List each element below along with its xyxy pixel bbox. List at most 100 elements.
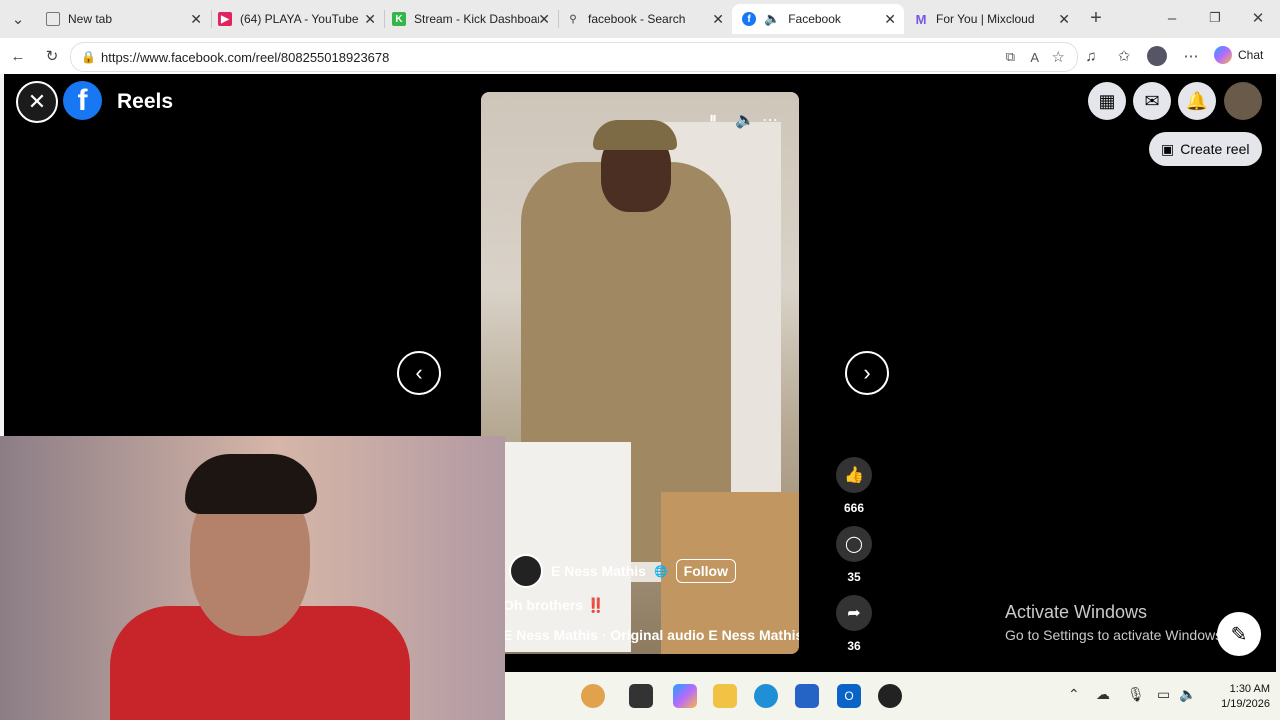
speaker-icon[interactable]: 🔈 [1179,686,1196,703]
previous-reel-button[interactable]: ‹ [397,351,441,395]
favorite-star-icon[interactable]: ☆ [1052,48,1065,66]
tab-list-dropdown-icon[interactable]: ⌄ [8,9,28,29]
like-action[interactable]: 👍 666 [835,457,873,515]
outlook-icon[interactable]: O [837,684,861,708]
tab-kick[interactable]: K Stream - Kick Dashboard ✕ [382,4,558,34]
create-reel-button[interactable]: ▣ Create reel [1149,132,1262,166]
tab-mixcloud[interactable]: M For You | Mixcloud ✕ [904,4,1078,34]
taskbar-clock[interactable]: 1:30 AM 1/19/2026 [1210,682,1270,712]
youtube-icon: ▶ [218,12,232,26]
next-reel-button[interactable]: › [845,351,889,395]
restore-icon[interactable]: ❐ [1205,8,1225,28]
tab-label: For You | Mixcloud [936,12,1035,26]
compose-message-button[interactable]: ✎ [1217,612,1261,656]
mixcloud-icon: M [915,11,927,27]
messenger-icon: ✉ [1144,90,1160,111]
pencil-icon: ✎ [1230,623,1248,646]
media-control-icon[interactable]: ♫ [1081,46,1101,66]
file-explorer-icon[interactable] [713,684,737,708]
onedrive-icon[interactable]: ☁ [1096,686,1110,703]
back-arrow-icon[interactable]: ← [8,46,28,66]
grid-icon: ▦ [1098,90,1116,111]
reel-plus-icon: ▣ [1161,140,1175,157]
tab-new-tab[interactable]: New tab ✕ [36,4,210,34]
create-reel-label: Create reel [1180,141,1250,157]
messenger-button[interactable]: ✉ [1133,82,1171,120]
tab-facebook-search[interactable]: ⚲ facebook - Search ✕ [556,4,732,34]
close-icon[interactable]: ✕ [1058,11,1070,28]
refresh-icon[interactable]: ↻ [42,46,62,66]
video-subject-cap [593,120,677,150]
tab-label: (64) PLAYA - YouTube [240,12,359,26]
donut-app-icon[interactable] [581,684,605,708]
facebook-logo[interactable]: f [63,81,102,120]
thumbs-up-icon: 👍 [836,457,872,493]
tab-label: Stream - Kick Dashboard [414,12,539,26]
open-in-app-icon[interactable]: ⧉ [1006,49,1015,65]
copilot-app-icon[interactable] [673,684,697,708]
share-action[interactable]: ➦ 36 [835,595,873,653]
chevron-right-icon: › [863,360,871,385]
author-avatar[interactable] [509,554,543,588]
watermark-line2: Go to Settings to activate Windows. [1005,627,1226,643]
comment-action[interactable]: ◯ 35 [835,526,873,584]
reel-audio[interactable]: E Ness Mathis · Original audio E Ness Ma… [503,627,799,643]
account-avatar[interactable] [1224,82,1262,120]
close-reels-button[interactable]: ✕ [16,81,58,123]
bell-icon: 🔔 [1185,90,1209,111]
kick-icon: K [392,12,406,26]
author-name[interactable]: E Ness Mathis [551,563,646,579]
notifications-button[interactable]: 🔔 [1178,82,1216,120]
facebook-icon: f [742,12,756,26]
lock-icon[interactable]: 🔒 [81,50,96,64]
copilot-chat-button[interactable]: Chat [1214,46,1263,64]
address-bar[interactable]: 🔒 https://www.facebook.com/reel/80825501… [70,42,1078,72]
close-icon[interactable]: ✕ [712,11,724,28]
follow-button[interactable]: Follow [675,559,736,583]
close-icon[interactable]: ✕ [538,11,550,28]
watermark-line1: Activate Windows [1005,602,1148,622]
read-aloud-icon[interactable]: A [1030,50,1039,65]
task-view-icon[interactable] [629,684,653,708]
tab-label: New tab [68,12,113,26]
reel-video[interactable]: ⏸ 🔈 ⋯ E Ness Mathis 🌐 Follow Oh brothers… [481,92,799,654]
comment-icon: ◯ [836,526,872,562]
close-icon[interactable]: ✕ [884,11,896,28]
new-tab-plus-icon[interactable]: + [1086,7,1106,29]
speaker-icon[interactable]: 🔈 [764,11,780,27]
clock-date: 1/19/2026 [1221,698,1270,710]
browser-toolbar: ← ↻ 🔒 https://www.facebook.com/reel/8082… [0,38,1280,74]
minimize-icon[interactable]: – [1162,8,1182,28]
profile-avatar-icon[interactable] [1147,46,1167,66]
url-text: https://www.facebook.com/reel/8082550189… [101,49,390,65]
comment-count: 35 [847,570,861,584]
reel-author-row: E Ness Mathis 🌐 Follow [509,554,736,588]
clock-time: 1:30 AM [1229,683,1270,695]
microphone-icon[interactable]: 🎙 [1127,686,1145,703]
menu-grid-button[interactable]: ▦ [1088,82,1126,120]
activate-windows-watermark: Activate Windows Go to Settings to activ… [1005,602,1226,643]
pause-icon[interactable]: ⏸ [709,110,717,128]
favorites-icon[interactable]: ✩ [1114,46,1134,66]
tab-facebook[interactable]: f 🔈 Facebook ✕ [732,4,904,34]
windows-taskbar: O ⌃ ☁ 🎙 ▭ 🔈 1:30 AM 1/19/2026 [505,672,1280,720]
tab-youtube[interactable]: ▶ (64) PLAYA - YouTube ✕ [208,4,384,34]
tray-overflow-icon[interactable]: ⌃ [1068,686,1080,703]
webcam-overlay [0,436,505,720]
openai-app-icon[interactable] [878,684,902,708]
page-title: Reels [117,90,174,113]
edge-browser-icon[interactable] [754,684,778,708]
chat-label: Chat [1238,48,1264,62]
browser-tab-strip: ⌄ New tab ✕ ▶ (64) PLAYA - YouTube ✕ K S… [0,0,1280,38]
window-close-icon[interactable]: ✕ [1248,8,1268,28]
store-icon[interactable] [795,684,819,708]
globe-icon: 🌐 [653,565,668,578]
close-icon[interactable]: ✕ [190,11,202,28]
volume-icon[interactable]: 🔈 [735,110,755,130]
close-icon[interactable]: ✕ [364,11,376,28]
more-menu-icon[interactable]: ⋯ [1181,46,1201,66]
video-more-icon[interactable]: ⋯ [762,110,778,130]
network-icon[interactable]: ▭ [1157,686,1170,703]
share-icon: ➦ [836,595,872,631]
share-count: 36 [847,639,861,653]
